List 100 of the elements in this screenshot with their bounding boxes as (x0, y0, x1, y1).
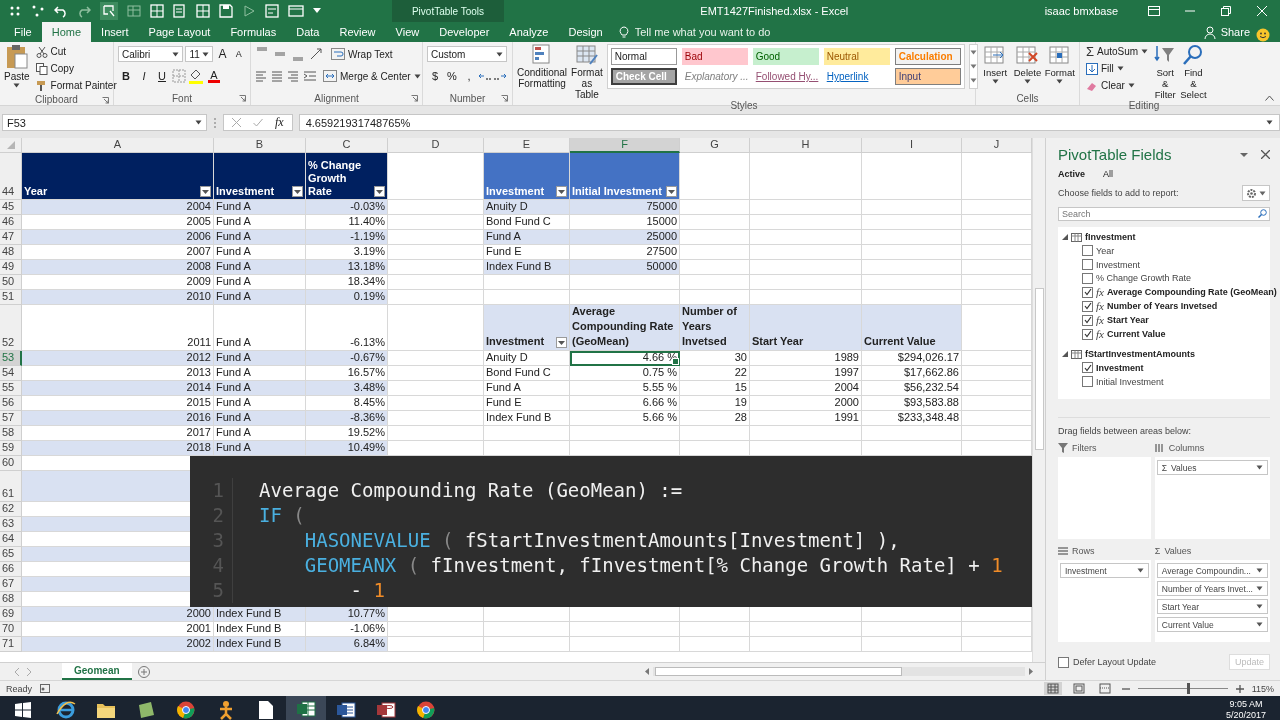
customize-caret-icon[interactable] (313, 8, 321, 14)
clipboard-command[interactable]: Copy (33, 61, 119, 76)
defer-checkbox[interactable] (1058, 656, 1069, 668)
indent-icon[interactable] (303, 70, 317, 82)
grid-icon[interactable] (8, 4, 22, 18)
area-field[interactable]: Σ Values (1156, 460, 1268, 475)
sheet-tab[interactable]: Geomean (62, 663, 132, 680)
play-icon[interactable] (242, 4, 256, 18)
row-header[interactable]: 49 (0, 260, 22, 275)
close-icon[interactable] (1261, 150, 1270, 159)
row-header[interactable]: 57 (0, 411, 22, 426)
paste-button[interactable]: Paste (4, 44, 30, 93)
column-header[interactable]: F (570, 138, 680, 153)
filter-button[interactable] (292, 186, 303, 197)
orientation-icon[interactable] (309, 47, 325, 61)
column-header[interactable]: J (962, 138, 1032, 153)
cell-style-swatch[interactable]: Input (894, 68, 961, 85)
filter-button[interactable] (666, 186, 677, 197)
collapse-ribbon-icon[interactable] (1265, 95, 1274, 101)
grow-font-button[interactable]: A (215, 46, 230, 62)
area-field[interactable]: Average Compoundin... (1156, 563, 1268, 578)
row-header[interactable]: 47 (0, 230, 22, 245)
drop-area[interactable]: Σ Values (1154, 457, 1270, 539)
expanded-arrow-icon[interactable] (1062, 351, 1068, 358)
cell-style-swatch[interactable]: Explanatory ... (681, 68, 748, 85)
font-name-field[interactable]: Calibri (118, 46, 184, 62)
column-header[interactable]: C (306, 138, 388, 153)
smiley-icon[interactable] (1256, 28, 1270, 42)
row-header[interactable]: 60 (0, 456, 22, 471)
row-header[interactable]: 51 (0, 290, 22, 305)
row-header[interactable]: 56 (0, 396, 22, 411)
field-list-tab[interactable]: Active (1058, 169, 1085, 179)
drop-area[interactable]: Average Compoundin... Number of Years Invet... Start Year Current Value (1154, 560, 1270, 642)
field-checkbox[interactable] (1082, 328, 1093, 340)
form-icon[interactable] (173, 4, 187, 18)
autosum-button[interactable]: Σ AutoSum (1084, 44, 1151, 59)
dialog-launcher-icon[interactable] (102, 97, 109, 104)
scroll-right-icon[interactable] (1027, 667, 1035, 676)
form-icon[interactable] (265, 4, 279, 18)
vertical-scrollbar[interactable] (1032, 138, 1045, 662)
ribbon-tab[interactable]: View (385, 22, 430, 42)
add-sheet-icon[interactable] (137, 665, 150, 678)
drop-area[interactable]: Investment (1058, 560, 1151, 642)
column-header[interactable]: G (680, 138, 750, 153)
gallery-scroll[interactable] (968, 44, 978, 89)
filter-button[interactable] (200, 186, 211, 197)
column-header[interactable]: D (388, 138, 484, 153)
font-size-field[interactable]: 11 (185, 46, 214, 62)
row-header[interactable]: 63 (0, 517, 22, 532)
insert-function-button[interactable]: fx (275, 115, 284, 130)
dialog-launcher-icon[interactable] (501, 95, 508, 102)
ribbon-tab[interactable]: File (4, 22, 42, 42)
clipboard-command[interactable]: Cut (33, 44, 119, 59)
cell-style-swatch[interactable]: Neutral (823, 48, 890, 65)
row-header[interactable]: 44 (0, 153, 22, 200)
ribbon-tab[interactable]: Home (41, 22, 92, 42)
row-header[interactable]: 71 (0, 637, 22, 652)
zoom-level[interactable]: 115% (1251, 683, 1274, 694)
scroll-left-icon[interactable] (643, 667, 651, 676)
ribbon-tab[interactable]: Formulas (220, 22, 287, 42)
ribbon-tab[interactable]: Developer (429, 22, 500, 42)
font-style-button[interactable]: B (118, 68, 134, 84)
row-header[interactable]: 67 (0, 577, 22, 592)
grid-icon[interactable] (196, 4, 210, 18)
view-button[interactable] (1043, 682, 1062, 695)
field-checkbox[interactable] (1082, 286, 1093, 298)
filter-button[interactable] (374, 186, 385, 197)
tell-me-field[interactable]: Tell me what you want to do (632, 25, 837, 39)
dots-icon[interactable] (31, 4, 45, 18)
row-header[interactable]: 70 (0, 622, 22, 637)
cells-command-button[interactable]: Format (1044, 44, 1075, 91)
selection-icon[interactable] (100, 2, 118, 20)
field-checkbox[interactable] (1082, 376, 1093, 388)
editing-large-button[interactable]: Sort & Filter (1154, 44, 1177, 100)
cell-style-swatch[interactable]: Hyperlink (823, 68, 890, 85)
conditional-formatting-button[interactable]: Conditional Formatting (517, 44, 568, 100)
name-box[interactable]: F53 (2, 114, 207, 131)
column-header[interactable]: A (22, 138, 214, 153)
row-header[interactable]: 59 (0, 441, 22, 456)
field-checkbox[interactable] (1082, 245, 1093, 257)
number-format-button[interactable]: , (461, 68, 477, 84)
taskbar-button[interactable] (286, 696, 326, 720)
pane-options-icon[interactable] (1239, 151, 1249, 158)
row-header[interactable]: 45 (0, 200, 22, 215)
cell-style-swatch[interactable]: Good (752, 48, 819, 65)
cells-command-button[interactable]: Delete (1012, 44, 1043, 91)
shrink-font-button[interactable]: A (231, 46, 246, 62)
formula-field[interactable]: 4.65921931748765% (298, 114, 1280, 131)
macro-record-icon[interactable] (40, 684, 50, 693)
ribbon-tab[interactable]: Insert (91, 22, 139, 42)
row-header[interactable]: 55 (0, 381, 22, 396)
filter-button[interactable] (556, 186, 567, 197)
area-field[interactable]: Current Value (1156, 617, 1268, 632)
ribbon-tab[interactable]: Analyze (499, 22, 559, 42)
format-as-table-button[interactable]: Format as Table (571, 44, 603, 100)
field-checkbox[interactable] (1082, 300, 1093, 312)
field-checkbox[interactable] (1082, 362, 1093, 374)
row-header[interactable]: 46 (0, 215, 22, 230)
save-icon[interactable] (219, 4, 233, 18)
font-color-button[interactable]: A (206, 68, 222, 84)
